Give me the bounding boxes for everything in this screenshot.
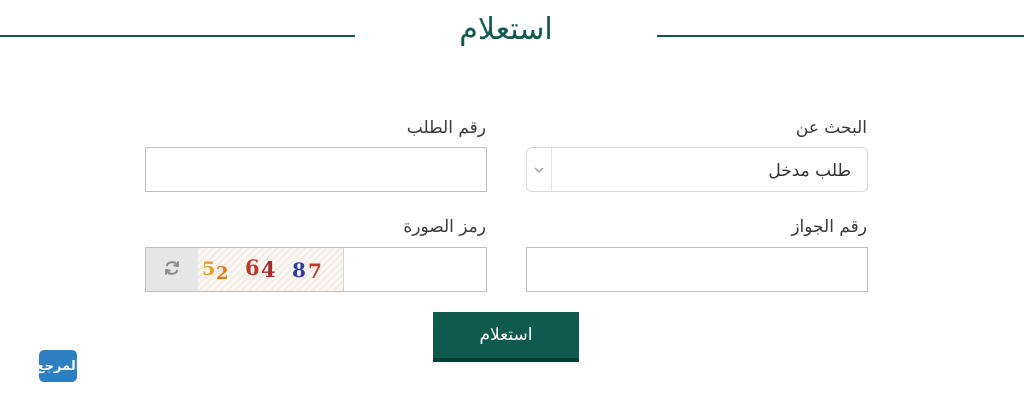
captcha-label: رمز الصورة (403, 217, 486, 237)
captcha-group: 5 2 6 4 8 7 (145, 247, 487, 292)
search-by-select[interactable]: طلب مدخل (526, 147, 868, 192)
search-by-selected-value: طلب مدخل (768, 161, 851, 181)
header-divider-right (657, 35, 1024, 37)
captcha-input[interactable] (343, 248, 486, 291)
request-number-input[interactable] (145, 147, 487, 192)
captcha-digit: 2 (216, 263, 229, 284)
captcha-digit: 6 (245, 255, 260, 280)
refresh-captcha-button[interactable] (146, 248, 198, 291)
passport-number-label: رقم الجواز (791, 217, 867, 237)
passport-number-input[interactable] (526, 247, 868, 292)
search-by-label: البحث عن (795, 118, 867, 138)
captcha-digit: 4 (261, 257, 276, 282)
header-divider-left (0, 35, 355, 37)
refresh-icon (163, 259, 181, 281)
page-title: استعلام (459, 12, 553, 47)
captcha-digit: 8 (292, 258, 306, 282)
chevron-down-icon[interactable] (527, 148, 552, 191)
captcha-digit: 5 (202, 258, 216, 280)
request-number-label: رقم الطلب (406, 118, 486, 138)
site-logo: المرجع (36, 350, 80, 382)
captcha-digit: 7 (308, 259, 322, 283)
submit-button[interactable]: استعلام (433, 312, 579, 362)
captcha-image: 5 2 6 4 8 7 (198, 248, 344, 291)
